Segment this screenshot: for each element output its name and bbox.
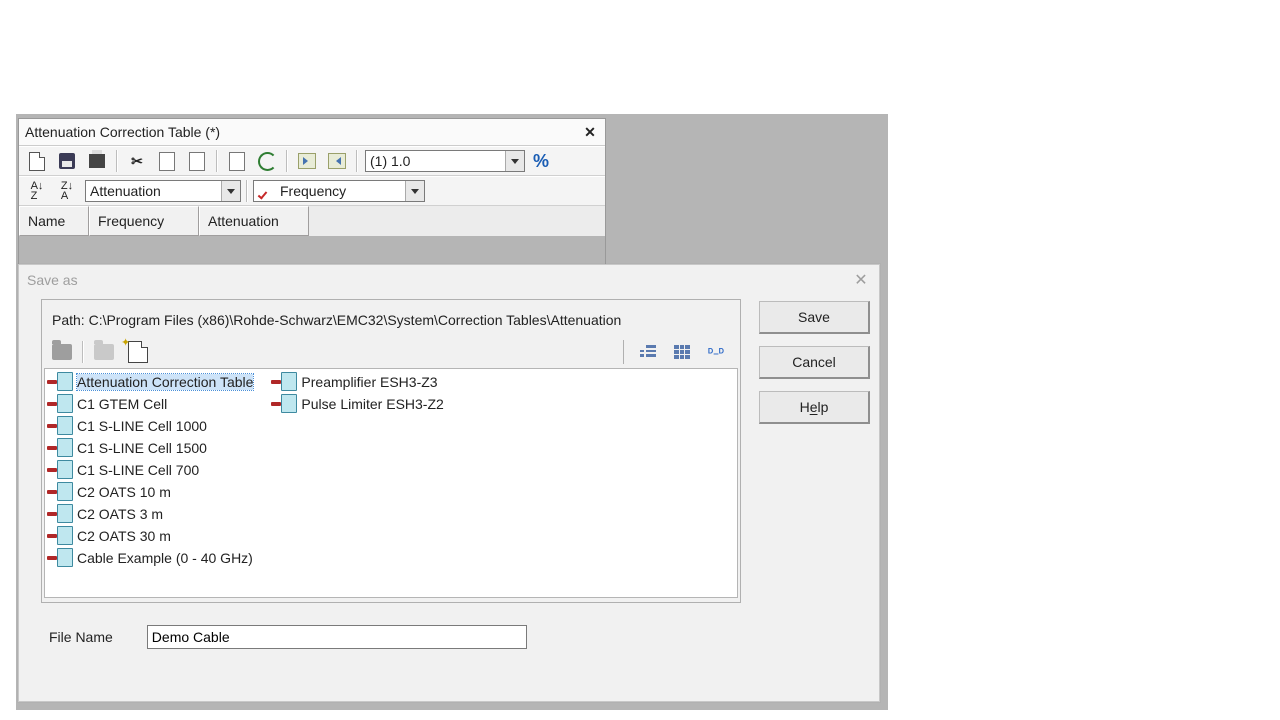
close-icon[interactable]: ✕ <box>581 123 599 141</box>
saveas-title: Save as <box>27 272 78 288</box>
file-icon <box>47 416 73 435</box>
save-as-dialog: Save as ✕ Path: C:\Program Files (x86)\R… <box>18 264 880 702</box>
file-item[interactable]: Preamplifier ESH3-Z3 <box>271 371 447 393</box>
dropdown-arrow-icon[interactable] <box>405 181 424 201</box>
file-browser-toolbar: ᴰ₋ᴰ <box>42 336 740 368</box>
file-item[interactable]: C2 OATS 30 m <box>47 525 257 547</box>
help-button[interactable]: Help <box>759 391 870 424</box>
filename-row: File Name <box>41 617 741 651</box>
file-item-label: C2 OATS 3 m <box>77 506 163 522</box>
folder-button[interactable] <box>90 339 118 365</box>
file-item-label: C2 OATS 10 m <box>77 484 171 500</box>
file-list-col2: Preamplifier ESH3-Z3 Pulse Limiter ESH3-Z… <box>271 371 447 415</box>
file-item-label: Cable Example (0 - 40 GHz) <box>77 550 253 566</box>
append-row-button[interactable] <box>323 148 351 174</box>
main-toolbar-1: ✂ (1) 1.0 % <box>19 146 605 176</box>
file-icon <box>47 526 73 545</box>
file-list-col1: Attenuation Correction Table C1 GTEM Cell… <box>47 371 257 569</box>
view-list-icon[interactable] <box>634 339 662 365</box>
file-item[interactable]: C1 S-LINE Cell 1500 <box>47 437 257 459</box>
saveas-titlebar[interactable]: Save as ✕ <box>19 265 879 295</box>
main-toolbar-2: A↓Z Z↓A Attenuation Frequency <box>19 176 605 206</box>
file-icon <box>47 372 73 391</box>
doc-button[interactable] <box>223 148 251 174</box>
view-details-icon[interactable] <box>668 339 696 365</box>
main-title: Attenuation Correction Table (*) <box>25 124 220 140</box>
save-button[interactable]: Save <box>759 301 870 334</box>
refresh-button[interactable] <box>253 148 281 174</box>
new-file-button[interactable] <box>23 148 51 174</box>
separator-icon <box>246 180 248 202</box>
file-icon <box>47 504 73 523</box>
file-item[interactable]: C1 S-LINE Cell 700 <box>47 459 257 481</box>
app-background: Attenuation Correction Table (*) ✕ ✂ (1)… <box>16 114 888 710</box>
file-icon <box>271 372 297 391</box>
grid-header: Name Frequency Attenuation <box>19 206 605 236</box>
checkmark-icon <box>258 184 272 198</box>
separator-icon <box>116 150 118 172</box>
sort-az-desc-button[interactable]: Z↓A <box>53 178 81 204</box>
grid-area: Name Frequency Attenuation <box>19 206 605 266</box>
unit-combo-value: Attenuation <box>86 183 221 199</box>
file-item[interactable]: Attenuation Correction Table <box>47 371 257 393</box>
paste-button[interactable] <box>183 148 211 174</box>
separator-icon <box>356 150 358 172</box>
column-header-frequency[interactable]: Frequency <box>89 206 199 236</box>
filename-input[interactable] <box>147 625 527 649</box>
copy-button[interactable] <box>153 148 181 174</box>
file-icon <box>47 460 73 479</box>
file-icon <box>47 482 73 501</box>
file-item[interactable]: C1 S-LINE Cell 1000 <box>47 415 257 437</box>
separator-icon <box>216 150 218 172</box>
insert-row-button[interactable] <box>293 148 321 174</box>
main-titlebar[interactable]: Attenuation Correction Table (*) ✕ <box>19 119 605 146</box>
file-item[interactable]: Cable Example (0 - 40 GHz) <box>47 547 257 569</box>
file-item[interactable]: Pulse Limiter ESH3-Z2 <box>271 393 447 415</box>
file-item-label: Attenuation Correction Table <box>77 374 253 390</box>
file-item-label: C1 S-LINE Cell 1500 <box>77 440 207 456</box>
column-header-attenuation[interactable]: Attenuation <box>199 206 309 236</box>
new-file-button[interactable] <box>124 339 152 365</box>
percent-button[interactable]: % <box>527 148 555 174</box>
folder-up-button[interactable] <box>48 339 76 365</box>
print-button[interactable] <box>83 148 111 174</box>
path-breadcrumb[interactable] <box>158 340 624 364</box>
file-item-label: C2 OATS 30 m <box>77 528 171 544</box>
view-custom-icon[interactable]: ᴰ₋ᴰ <box>702 339 730 365</box>
separator-icon <box>286 150 288 172</box>
file-icon <box>271 394 297 413</box>
file-item[interactable]: C2 OATS 10 m <box>47 481 257 503</box>
correction-table-window: Attenuation Correction Table (*) ✕ ✂ (1)… <box>18 118 606 267</box>
path-label: Path: C:\Program Files (x86)\Rohde-Schwa… <box>42 300 740 336</box>
file-icon <box>47 438 73 457</box>
dropdown-arrow-icon[interactable] <box>505 151 524 171</box>
value-combo[interactable]: (1) 1.0 <box>365 150 525 172</box>
file-item[interactable]: C2 OATS 3 m <box>47 503 257 525</box>
file-item[interactable]: C1 GTEM Cell <box>47 393 257 415</box>
unit-combo[interactable]: Attenuation <box>85 180 241 202</box>
cut-button[interactable]: ✂ <box>123 148 151 174</box>
dropdown-arrow-icon[interactable] <box>221 181 240 201</box>
file-item-label: C1 GTEM Cell <box>77 396 167 412</box>
file-item-label: C1 S-LINE Cell 700 <box>77 462 199 478</box>
file-item-label: Preamplifier ESH3-Z3 <box>301 374 437 390</box>
separator-icon <box>82 341 84 363</box>
percent-icon: % <box>533 151 549 172</box>
file-browser-frame: Path: C:\Program Files (x86)\Rohde-Schwa… <box>41 299 741 603</box>
axis-combo[interactable]: Frequency <box>253 180 425 202</box>
file-list[interactable]: Attenuation Correction Table C1 GTEM Cell… <box>44 368 738 598</box>
close-icon[interactable]: ✕ <box>851 270 871 290</box>
axis-combo-value: Frequency <box>276 183 405 199</box>
file-item-label: Pulse Limiter ESH3-Z2 <box>301 396 443 412</box>
file-item-label: C1 S-LINE Cell 1000 <box>77 418 207 434</box>
column-header-name[interactable]: Name <box>19 206 89 236</box>
file-icon <box>47 548 73 567</box>
file-icon <box>47 394 73 413</box>
value-combo-value: (1) 1.0 <box>366 153 505 169</box>
sort-az-asc-button[interactable]: A↓Z <box>23 178 51 204</box>
filename-label: File Name <box>49 629 113 645</box>
cancel-button[interactable]: Cancel <box>759 346 870 379</box>
save-button[interactable] <box>53 148 81 174</box>
